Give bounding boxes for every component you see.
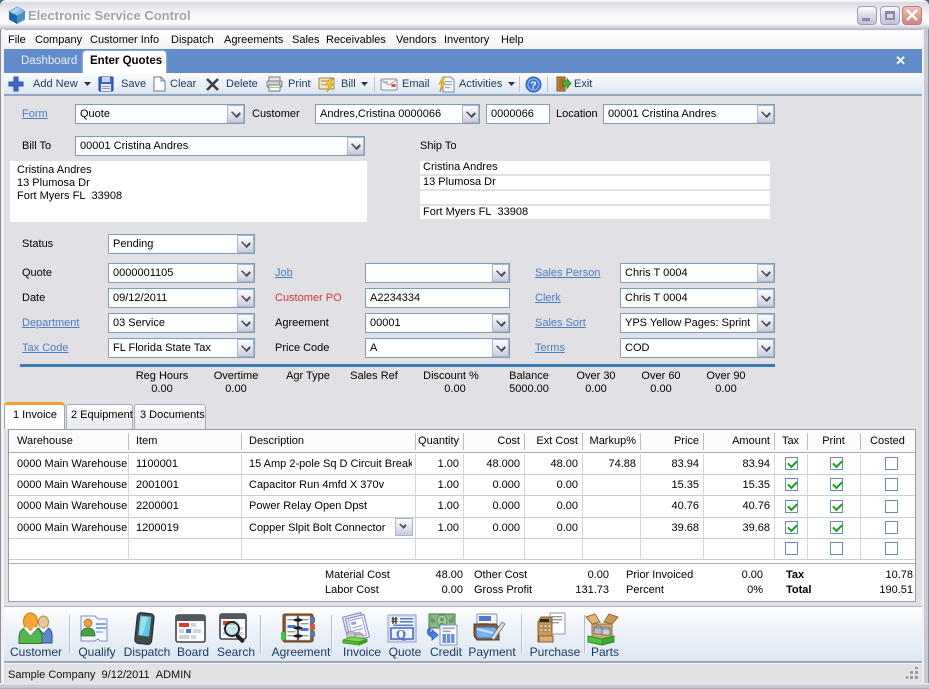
svg-text:?: ? xyxy=(530,79,536,91)
svg-text:Q: Q xyxy=(396,627,406,642)
